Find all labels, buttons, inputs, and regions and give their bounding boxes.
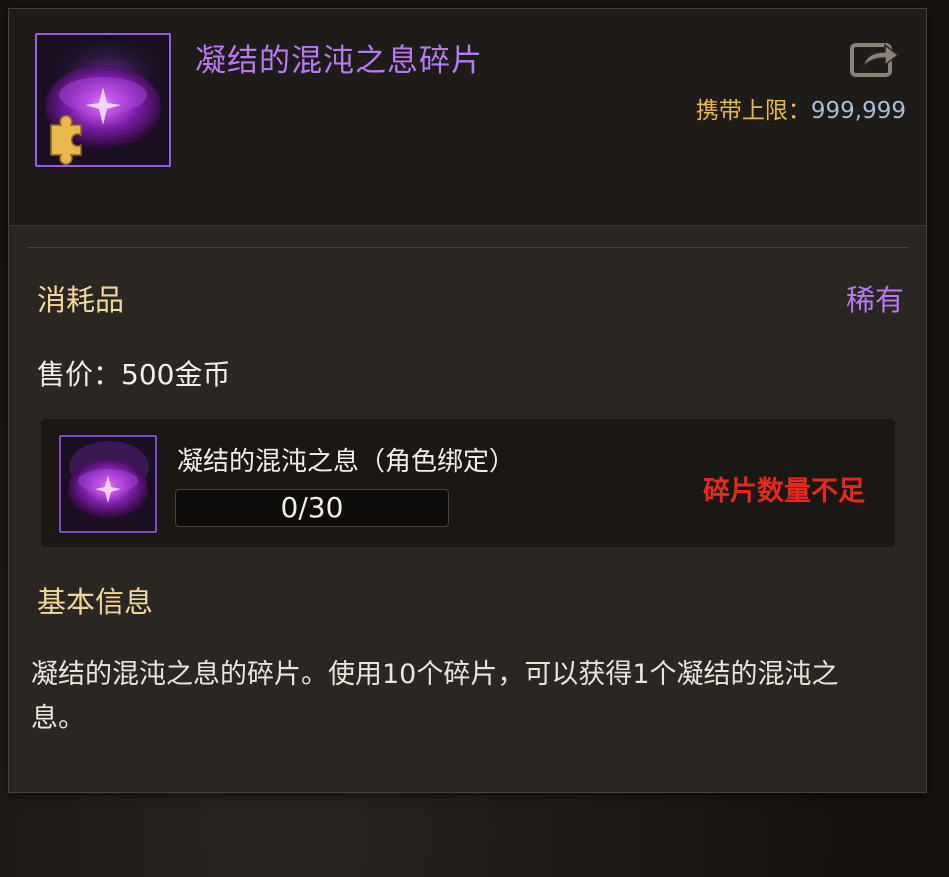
insufficient-fragments-warning: 碎片数量不足: [703, 476, 865, 507]
target-item-icon: [59, 435, 157, 533]
item-name: 凝结的混沌之息碎片: [195, 43, 483, 79]
fragment-progress-bar: 0/30: [175, 489, 449, 527]
sell-price: 售价：500金币: [37, 358, 231, 391]
fragment-combine-box[interactable]: 凝结的混沌之息（角色绑定） 0/30 碎片数量不足: [41, 419, 895, 547]
carry-limit-value: 999,999: [810, 98, 906, 124]
item-category: 消耗品: [37, 283, 125, 317]
carry-limit-label: 携带上限：: [695, 98, 811, 124]
basic-info-title: 基本信息: [37, 585, 154, 619]
divider: [27, 247, 909, 248]
progress-text: 0/30: [280, 491, 344, 524]
target-item-name: 凝结的混沌之息（角色绑定）: [177, 447, 516, 477]
purple-chaos-orb-icon: [61, 437, 155, 531]
share-icon[interactable]: [849, 37, 901, 79]
tooltip-header: 凝结的混沌之息碎片 携带上限：999,999: [9, 9, 926, 226]
item-rarity: 稀有: [845, 283, 904, 317]
item-description: 凝结的混沌之息的碎片。使用10个碎片，可以获得1个凝结的混沌之息。: [31, 659, 839, 734]
purple-chaos-orb-fragment-icon: [37, 35, 169, 165]
carry-limit: 携带上限：999,999: [696, 91, 906, 125]
item-icon: [35, 33, 171, 167]
item-tooltip-panel: 凝结的混沌之息碎片 携带上限：999,999 消耗品 稀有 售价：500金币 凝…: [8, 8, 927, 793]
